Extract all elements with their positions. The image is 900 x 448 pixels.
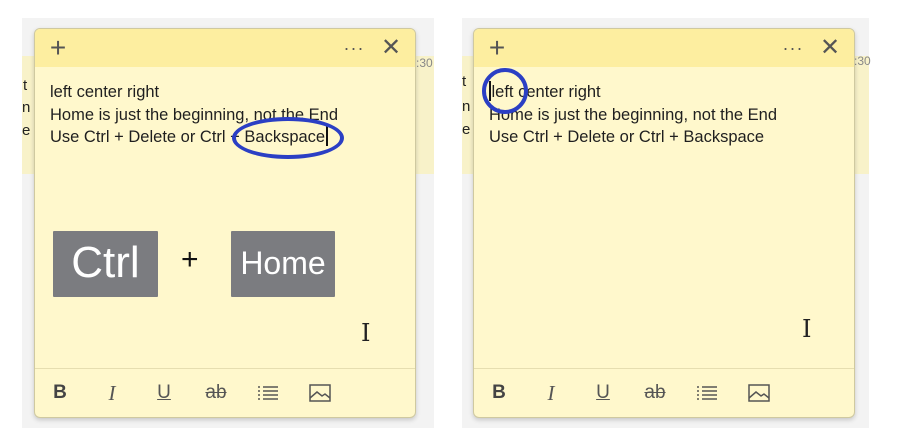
strikethrough-button[interactable]: ab [201, 369, 231, 417]
highlighted-word: left [482, 68, 528, 114]
underline-button[interactable]: U [149, 369, 179, 417]
close-button[interactable]: ✕ [814, 29, 846, 67]
underline-button[interactable]: U [588, 369, 618, 417]
right-screenshot-panel: t n e :30 + ··· ✕ left center right Home… [462, 18, 871, 428]
background-text: n [462, 98, 471, 115]
more-icon: ··· [782, 38, 804, 58]
bullet-list-button[interactable] [253, 369, 283, 417]
bullet-list-button[interactable] [692, 369, 722, 417]
background-text: n [22, 99, 31, 116]
close-icon: ✕ [380, 34, 402, 61]
formatting-toolbar: B I U ab [35, 368, 415, 417]
note-line-text: Use Ctrl + Delete or Ctrl + [50, 128, 245, 146]
close-icon: ✕ [819, 34, 841, 61]
note-titlebar[interactable]: + ··· ✕ [35, 29, 415, 67]
italic-button[interactable]: I [536, 369, 566, 417]
close-button[interactable]: ✕ [375, 29, 407, 67]
background-time: :30 [854, 54, 871, 68]
note-line: left center right [50, 83, 160, 101]
bold-button[interactable]: B [484, 369, 514, 417]
note-line: left center right [482, 68, 844, 114]
ctrl-key: Ctrl [53, 231, 158, 297]
note-titlebar[interactable]: + ··· ✕ [474, 29, 854, 67]
more-icon: ··· [343, 38, 365, 58]
background-text: t [462, 73, 467, 90]
insert-image-button[interactable] [744, 369, 774, 417]
plus-sign: + [181, 243, 199, 276]
note-line: Home is just the beginning, not the End [489, 105, 778, 124]
menu-button[interactable]: ··· [339, 29, 369, 67]
text-caret [489, 81, 491, 101]
sticky-note[interactable]: + ··· ✕ left center right Home is just t… [34, 28, 416, 418]
note-content[interactable]: left center right Home is just the begin… [50, 81, 405, 159]
image-icon [309, 384, 331, 402]
plus-icon: + [49, 32, 67, 63]
sticky-note[interactable]: + ··· ✕ left center right Home is just t… [473, 28, 855, 418]
home-key: Home [231, 231, 335, 297]
insert-image-button[interactable] [305, 369, 335, 417]
strikethrough-button[interactable]: ab [640, 369, 670, 417]
menu-button[interactable]: ··· [778, 29, 808, 67]
italic-button[interactable]: I [97, 369, 127, 417]
highlighted-word-text: Backspace [244, 128, 326, 146]
new-note-button[interactable]: + [41, 29, 75, 67]
keyboard-shortcut-illustration: Ctrl + Home [53, 231, 415, 299]
highlighted-word-text: left [491, 83, 514, 101]
note-line-text: center right [513, 83, 601, 101]
left-screenshot-panel: t n e :30 + ··· ✕ left center right Home… [22, 18, 434, 428]
background-text: e [462, 121, 471, 138]
background-text: t [23, 77, 28, 94]
new-note-button[interactable]: + [480, 29, 514, 67]
text-caret [326, 126, 328, 146]
bold-button[interactable]: B [45, 369, 75, 417]
background-text: e [22, 122, 31, 139]
text-cursor-icon: I [361, 319, 371, 347]
note-line: Use Ctrl + Delete or Ctrl + Backspace [489, 128, 765, 146]
note-content[interactable]: left center right Home is just the begin… [482, 68, 844, 149]
list-icon [697, 386, 717, 400]
note-line: Use Ctrl + Delete or Ctrl + Backspace [50, 117, 405, 159]
note-line: Home is just the beginning, not the End [50, 105, 339, 124]
image-icon [748, 384, 770, 402]
list-icon [258, 386, 278, 400]
formatting-toolbar: B I U ab [474, 368, 854, 417]
plus-icon: + [488, 32, 506, 63]
highlighted-word: Backspace [232, 117, 345, 159]
background-time: :30 [416, 56, 433, 70]
text-cursor-icon: I [802, 315, 812, 343]
